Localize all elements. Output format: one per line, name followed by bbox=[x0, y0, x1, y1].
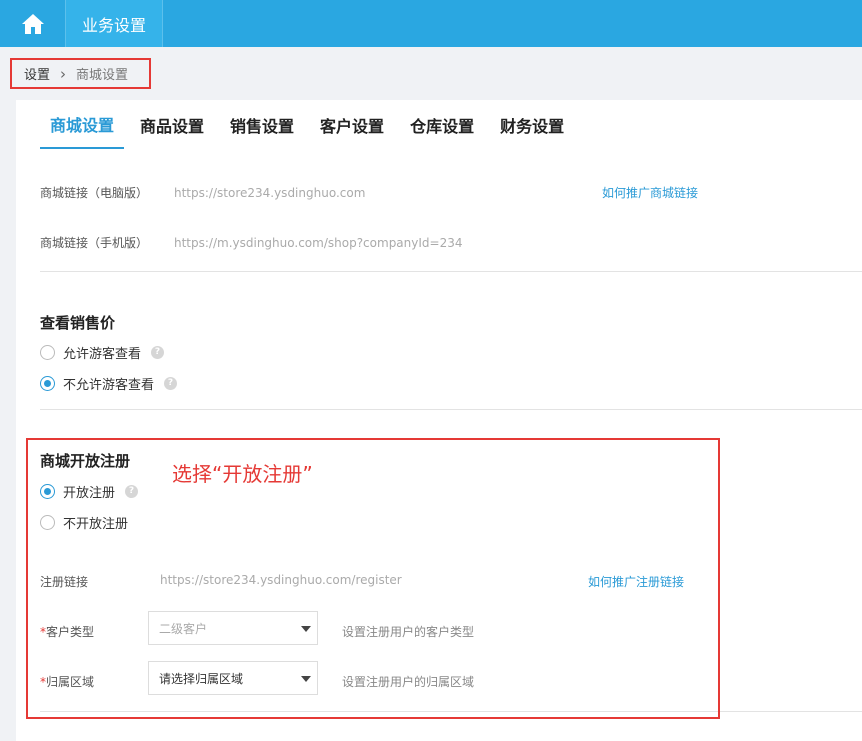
radio-label: 允许游客查看 bbox=[63, 347, 142, 362]
store-link-pc-row: 商城链接（电脑版） https://store234.ysdinghuo.com bbox=[40, 184, 365, 201]
tab-product-settings[interactable]: 商品设置 bbox=[130, 100, 214, 149]
store-link-mobile-row: 商城链接（手机版） https://m.ysdinghuo.com/shop?c… bbox=[40, 234, 462, 251]
top-bar: 业务设置 bbox=[0, 0, 862, 47]
store-link-pc-label: 商城链接（电脑版） bbox=[40, 186, 149, 200]
divider bbox=[40, 271, 862, 272]
annotation-text: 选择“开放注册” bbox=[172, 462, 313, 486]
settings-tabs: 商城设置 商品设置 销售设置 客户设置 仓库设置 财务设置 bbox=[40, 100, 580, 149]
tab-customer-settings[interactable]: 客户设置 bbox=[310, 100, 394, 149]
tab-store-settings[interactable]: 商城设置 bbox=[40, 100, 125, 149]
tab-sales-settings[interactable]: 销售设置 bbox=[220, 100, 304, 149]
store-link-mobile-url: https://m.ysdinghuo.com/shop?companyId=2… bbox=[174, 235, 463, 250]
radio-button[interactable] bbox=[40, 376, 55, 391]
store-link-mobile-label: 商城链接（手机版） bbox=[40, 236, 149, 250]
radio-button[interactable] bbox=[40, 345, 55, 360]
view-price-title: 查看销售价 bbox=[40, 314, 116, 332]
breadcrumb-current: 商城设置 bbox=[76, 68, 129, 83]
help-icon[interactable]: ? bbox=[151, 346, 165, 359]
home-icon bbox=[21, 13, 44, 34]
radio-label: 不允许游客查看 bbox=[63, 378, 155, 393]
annotation-highlight-box bbox=[26, 438, 720, 719]
tab-warehouse-settings[interactable]: 仓库设置 bbox=[400, 100, 484, 149]
radio-allow-guest[interactable]: 允许游客查看 ? bbox=[40, 343, 165, 362]
divider bbox=[40, 409, 862, 410]
chevron-right-icon: › bbox=[60, 64, 67, 83]
help-icon[interactable]: ? bbox=[164, 377, 178, 390]
promote-store-link[interactable]: 如何推广商城链接 bbox=[602, 184, 698, 201]
home-button[interactable] bbox=[0, 0, 66, 47]
tab-finance-settings[interactable]: 财务设置 bbox=[490, 100, 574, 149]
store-link-pc-url: https://store234.ysdinghuo.com bbox=[174, 185, 366, 200]
tab-business-settings[interactable]: 业务设置 bbox=[66, 0, 164, 47]
breadcrumb-root[interactable]: 设置 bbox=[24, 64, 50, 83]
breadcrumb: 设置 › 商城设置 bbox=[10, 58, 151, 89]
radio-disallow-guest[interactable]: 不允许游客查看 ? bbox=[40, 374, 178, 393]
